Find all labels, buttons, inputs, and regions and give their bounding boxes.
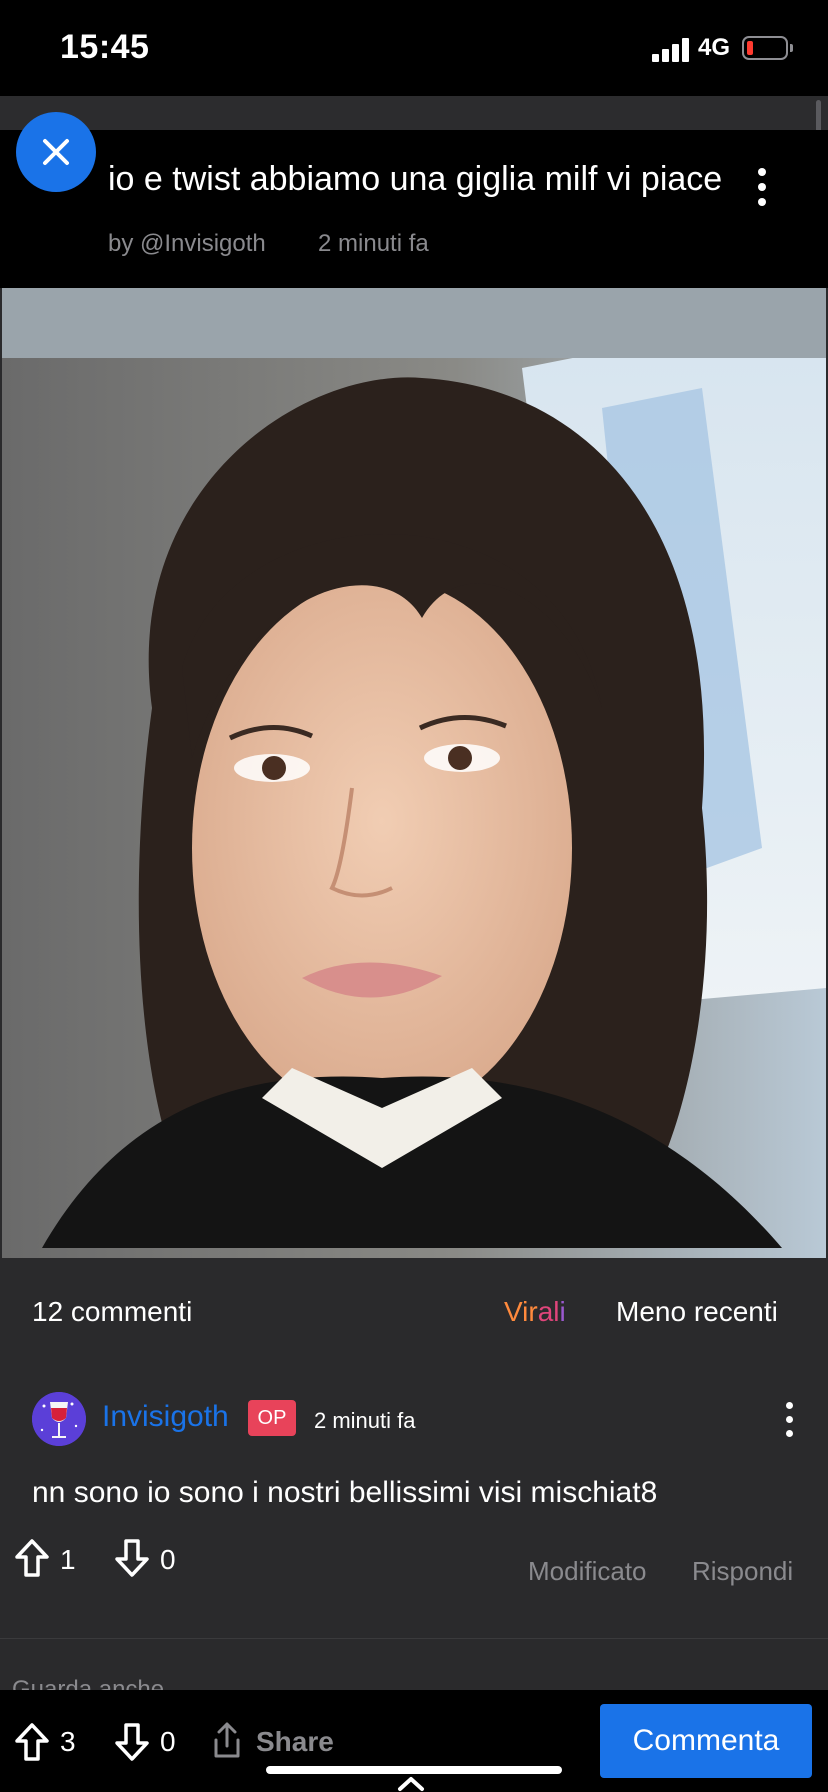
close-button[interactable]	[16, 112, 96, 192]
post-downvote-count: 0	[160, 1726, 176, 1757]
header-strip	[0, 96, 828, 130]
sort-virali-label: Vir	[504, 1296, 538, 1327]
post-image[interactable]	[2, 288, 826, 1258]
divider	[0, 1638, 828, 1639]
share-icon[interactable]	[210, 1720, 244, 1760]
signal-icon	[652, 36, 692, 62]
comment-upvote-count: 1	[60, 1544, 76, 1575]
post-author[interactable]: by @Invisigoth	[108, 230, 266, 258]
op-badge: OP	[248, 1400, 296, 1436]
downvote-icon[interactable]	[114, 1722, 150, 1762]
sort-virali-tab[interactable]: Virali	[504, 1296, 566, 1328]
comment-button[interactable]: Commenta	[600, 1704, 812, 1778]
comment-downvote-count: 0	[160, 1544, 176, 1575]
more-options-icon[interactable]	[754, 168, 770, 208]
comment-text: nn sono io sono i nostri bellissimi visi…	[32, 1476, 658, 1509]
sort-virali-label: i	[559, 1296, 566, 1327]
sort-recent-tab[interactable]: Meno recenti	[616, 1296, 778, 1328]
close-icon	[43, 139, 69, 165]
sort-virali-label: al	[537, 1296, 560, 1327]
avatar[interactable]	[32, 1392, 86, 1446]
edited-label: Modificato	[528, 1556, 647, 1586]
upvote-icon[interactable]	[14, 1538, 50, 1578]
comment-time: 2 minuti fa	[314, 1408, 416, 1433]
downvote-icon[interactable]	[114, 1538, 150, 1578]
battery-icon	[742, 36, 788, 60]
post-title: io e twist abbiamo una giglia milf vi pi…	[108, 160, 723, 198]
chevron-up-icon[interactable]	[396, 1772, 426, 1792]
upvote-icon[interactable]	[14, 1722, 50, 1762]
post-upvote-count: 3	[60, 1726, 76, 1757]
comments-count: 12 commenti	[32, 1296, 193, 1327]
post-header	[0, 130, 828, 288]
battery-tip	[790, 44, 793, 52]
reply-button[interactable]: Rispondi	[692, 1556, 793, 1587]
comment-more-icon[interactable]	[782, 1402, 798, 1438]
share-button[interactable]: Share	[256, 1726, 334, 1758]
status-time: 15:45	[60, 28, 150, 66]
network-type: 4G	[698, 34, 731, 61]
comment-author[interactable]: Invisigoth	[102, 1400, 229, 1434]
post-time: 2 minuti fa	[318, 230, 429, 257]
